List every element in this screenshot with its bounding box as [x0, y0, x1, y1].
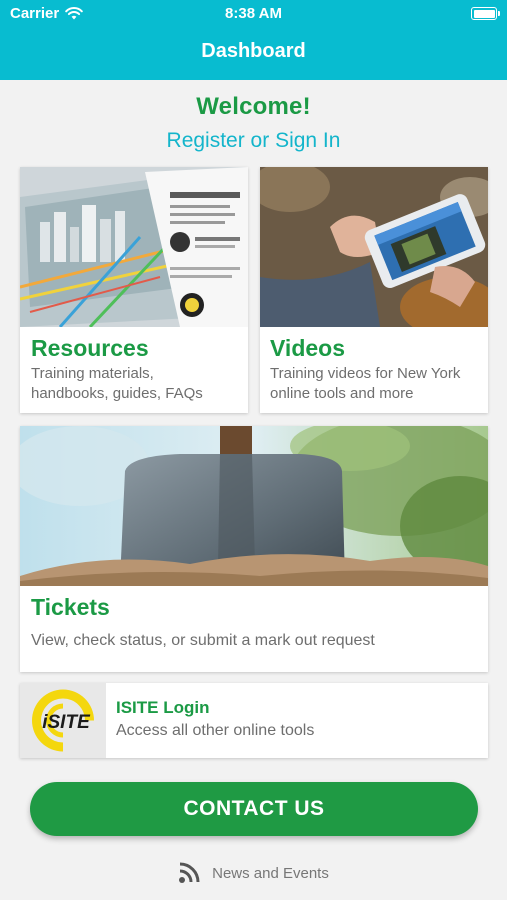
- videos-card[interactable]: Videos Training videos for New York onli…: [260, 167, 488, 413]
- videos-title: Videos: [270, 335, 345, 361]
- resources-title: Resources: [31, 335, 149, 361]
- rss-icon: [179, 862, 200, 883]
- videos-image: [260, 167, 488, 327]
- resources-description: Training materials, handbooks, guides, F…: [31, 364, 203, 404]
- videos-desc-line2: online tools and more: [270, 385, 414, 402]
- svg-text:iSITE: iSITE: [42, 712, 91, 733]
- isite-login-title: ISITE Login: [116, 698, 210, 717]
- tickets-image: [20, 426, 488, 586]
- status-bar: Carrier 8:38 AM: [0, 0, 507, 28]
- videos-desc-line1: Training videos for New York: [270, 365, 461, 382]
- welcome-heading: Welcome!: [196, 93, 311, 120]
- news-and-events-link[interactable]: News and Events: [0, 861, 507, 885]
- isite-login-description: Access all other online tools: [116, 722, 315, 739]
- isite-login-card[interactable]: iSITE ISITE Login Access all other onlin…: [20, 683, 488, 758]
- contact-us-button[interactable]: CONTACT US: [30, 782, 478, 836]
- videos-description: Training videos for New York online tool…: [270, 364, 460, 404]
- page-title: Dashboard: [201, 40, 306, 62]
- resources-desc-line1: Training materials,: [31, 365, 154, 382]
- tickets-description: View, check status, or submit a mark out…: [31, 632, 375, 649]
- status-time: 8:38 AM: [225, 5, 282, 22]
- resources-image: [20, 167, 248, 327]
- register-signin-link[interactable]: Register or Sign In: [0, 129, 507, 153]
- tickets-card[interactable]: Tickets View, check status, or submit a …: [20, 426, 488, 672]
- isite-logo: iSITE: [20, 683, 106, 758]
- news-and-events-label: News and Events: [212, 864, 329, 882]
- resources-card[interactable]: Resources Training materials, handbooks,…: [20, 167, 248, 413]
- battery-icon: [471, 7, 500, 20]
- resources-desc-line2: handbooks, guides, FAQs: [31, 385, 203, 402]
- tickets-title: Tickets: [31, 594, 110, 620]
- app-header: Carrier 8:38 AM Dashboard: [0, 0, 507, 80]
